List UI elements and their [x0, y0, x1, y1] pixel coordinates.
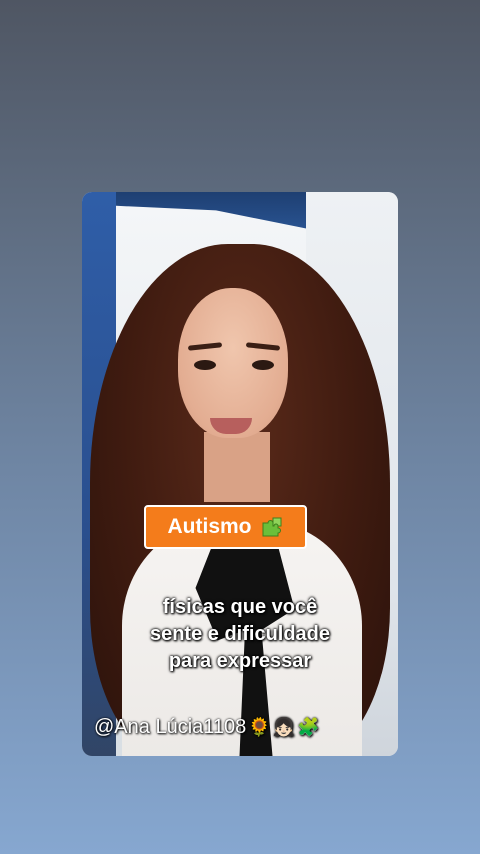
caption-line: sente e dificuldade [149, 623, 331, 645]
person-right-eye [252, 360, 274, 370]
topic-tag-label: Autismo [167, 515, 252, 538]
user-handle-text: @Ana Lúcia1108 [94, 716, 247, 738]
person-left-eye [194, 360, 216, 370]
story-caption: físicas que você sente e dificuldade par… [82, 594, 398, 675]
girl-icon: 👧🏻 [272, 717, 296, 737]
caption-line: físicas que você [162, 596, 318, 618]
topic-tag[interactable]: Autismo [144, 505, 307, 549]
person-neck [204, 432, 270, 502]
caption-line: para expressar [168, 650, 312, 672]
sunflower-icon: 🌻 [248, 717, 271, 737]
user-handle[interactable]: @Ana Lúcia1108 🌻 👧🏻 🧩 [94, 716, 320, 739]
puzzle-piece-icon: 🧩 [297, 717, 320, 737]
story-video-card[interactable]: Autismo físicas que você sente e dificul… [82, 192, 398, 756]
puzzle-icon [262, 517, 281, 537]
